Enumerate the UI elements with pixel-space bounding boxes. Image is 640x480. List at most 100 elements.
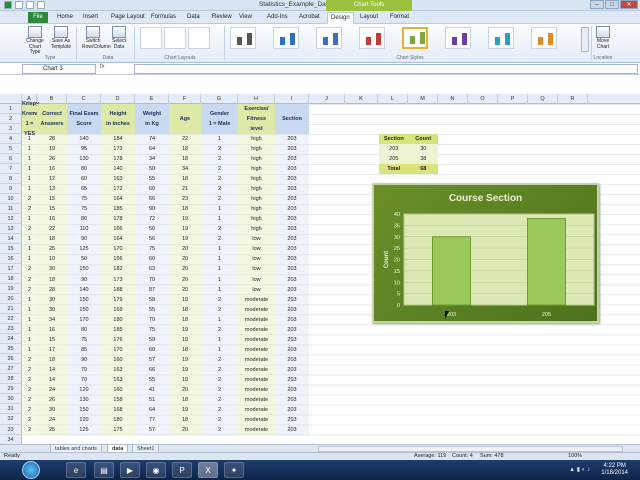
row-header[interactable]: 20 — [0, 294, 22, 305]
data-cell[interactable]: 20 — [169, 285, 201, 295]
column-header-k[interactable]: K — [345, 94, 378, 104]
data-cell[interactable]: 30 — [37, 305, 67, 315]
data-cell[interactable]: 14 — [37, 365, 67, 375]
data-cell[interactable]: 74 — [135, 134, 169, 144]
data-cell[interactable]: 80 — [67, 325, 101, 335]
column-header-e[interactable]: E — [135, 94, 169, 104]
chart-plot[interactable]: 0510152025303540203 205Count — [374, 185, 601, 325]
data-cell[interactable]: 203 — [275, 385, 309, 395]
data-cell[interactable]: low — [238, 244, 275, 254]
data-cell[interactable]: 203 — [275, 365, 309, 375]
row-header[interactable]: 13 — [0, 224, 22, 235]
data-cell[interactable]: 75 — [67, 204, 101, 214]
data-cell[interactable]: 70 — [135, 275, 169, 285]
data-cell[interactable]: 26 — [37, 395, 67, 405]
data-cell[interactable]: 1 — [201, 275, 238, 285]
data-cell[interactable]: 75 — [135, 325, 169, 335]
data-cell[interactable]: 170 — [67, 315, 101, 325]
data-cell[interactable]: 2 — [22, 425, 37, 435]
data-cell[interactable]: 20 — [169, 254, 201, 264]
column-header-r[interactable]: R — [558, 94, 588, 104]
data-cell[interactable]: 188 — [101, 285, 135, 295]
data-cell[interactable]: 1 — [22, 214, 37, 224]
tab-review[interactable]: Review — [209, 12, 235, 23]
data-cell[interactable]: high — [238, 144, 275, 154]
data-cell[interactable]: 164 — [101, 234, 135, 244]
data-cell[interactable]: 185 — [101, 325, 135, 335]
data-cell[interactable]: 173 — [101, 275, 135, 285]
data-cell[interactable]: 1 — [201, 335, 238, 345]
data-cell[interactable]: 72 — [135, 214, 169, 224]
data-cell[interactable]: 16 — [37, 325, 67, 335]
data-cell[interactable]: moderate — [238, 305, 275, 315]
data-cell[interactable]: 163 — [101, 365, 135, 375]
data-cell[interactable]: 64 — [135, 144, 169, 154]
data-cell[interactable]: 203 — [275, 295, 309, 305]
data-cell[interactable]: 19 — [169, 234, 201, 244]
data-cell[interactable]: 87 — [135, 285, 169, 295]
data-cell[interactable]: moderate — [238, 365, 275, 375]
row-header[interactable]: 26 — [0, 354, 22, 365]
data-cell[interactable]: 2 — [22, 395, 37, 405]
column-header-d[interactable]: D — [101, 94, 135, 104]
data-cell[interactable]: 21 — [169, 184, 201, 194]
data-cell[interactable]: 30 — [37, 405, 67, 415]
data-cell[interactable]: 24 — [37, 385, 67, 395]
clock[interactable]: 4:22 PM 1/18/2014 — [601, 463, 628, 477]
row-header[interactable]: 16 — [0, 254, 22, 265]
data-cell[interactable]: 178 — [101, 214, 135, 224]
data-cell[interactable]: 2 — [201, 164, 238, 174]
data-cell[interactable]: 19 — [169, 295, 201, 305]
data-cell[interactable]: 1 — [201, 244, 238, 254]
row-header[interactable]: 22 — [0, 314, 22, 325]
data-cell[interactable]: 163 — [101, 375, 135, 385]
data-cell[interactable]: 175 — [101, 425, 135, 435]
row-header[interactable]: 30 — [0, 394, 22, 405]
data-cell[interactable]: 185 — [101, 204, 135, 214]
data-cell[interactable]: 66 — [135, 365, 169, 375]
data-cell[interactable]: 203 — [275, 375, 309, 385]
tab-view[interactable]: View — [236, 12, 255, 23]
data-cell[interactable]: 2 — [22, 405, 37, 415]
data-cell[interactable]: 1 — [22, 154, 37, 164]
data-cell[interactable]: 19 — [169, 335, 201, 345]
data-cell[interactable]: 19 — [169, 224, 201, 234]
data-cell[interactable]: 14 — [37, 375, 67, 385]
tab-data[interactable]: Data — [184, 12, 203, 23]
data-cell[interactable]: moderate — [238, 375, 275, 385]
column-header-h[interactable]: H — [238, 94, 275, 104]
data-cell[interactable]: 19 — [169, 355, 201, 365]
zoom-level[interactable]: 100% — [568, 453, 582, 460]
data-cell[interactable]: 2 — [201, 425, 238, 435]
data-cell[interactable]: 57 — [135, 425, 169, 435]
row-header[interactable]: 17 — [0, 264, 22, 275]
chart-layout-3[interactable] — [188, 27, 210, 49]
data-cell[interactable]: 2 — [22, 204, 37, 214]
data-cell[interactable]: 179 — [101, 295, 135, 305]
row-header[interactable]: 33 — [0, 424, 22, 435]
data-cell[interactable]: 120 — [67, 385, 101, 395]
chart-style-1[interactable] — [230, 27, 256, 49]
data-cell[interactable]: 70 — [67, 375, 101, 385]
summary-cell[interactable]: 38 — [409, 154, 439, 164]
data-cell[interactable]: 1 — [201, 345, 238, 355]
data-cell[interactable]: 18 — [169, 315, 201, 325]
data-cell[interactable]: high — [238, 214, 275, 224]
bar-203[interactable] — [432, 236, 471, 306]
column-header-l[interactable]: L — [378, 94, 408, 104]
data-cell[interactable]: 203 — [275, 325, 309, 335]
data-cell[interactable]: 2 — [201, 224, 238, 234]
data-cell[interactable]: 203 — [275, 345, 309, 355]
data-cell[interactable]: 158 — [101, 395, 135, 405]
data-cell[interactable]: 30 — [37, 264, 67, 274]
data-cell[interactable]: low — [238, 234, 275, 244]
row-header[interactable]: 12 — [0, 214, 22, 225]
data-cell[interactable]: 1 — [22, 134, 37, 144]
tab-insert[interactable]: Insert — [80, 12, 101, 23]
data-cell[interactable]: low — [238, 275, 275, 285]
data-cell[interactable]: 20 — [169, 275, 201, 285]
chart-style-2[interactable] — [273, 27, 299, 49]
data-cell[interactable]: high — [238, 134, 275, 144]
data-cell[interactable]: 26 — [37, 154, 67, 164]
change-chart-type-button[interactable]: Change Chart Type — [24, 26, 46, 56]
